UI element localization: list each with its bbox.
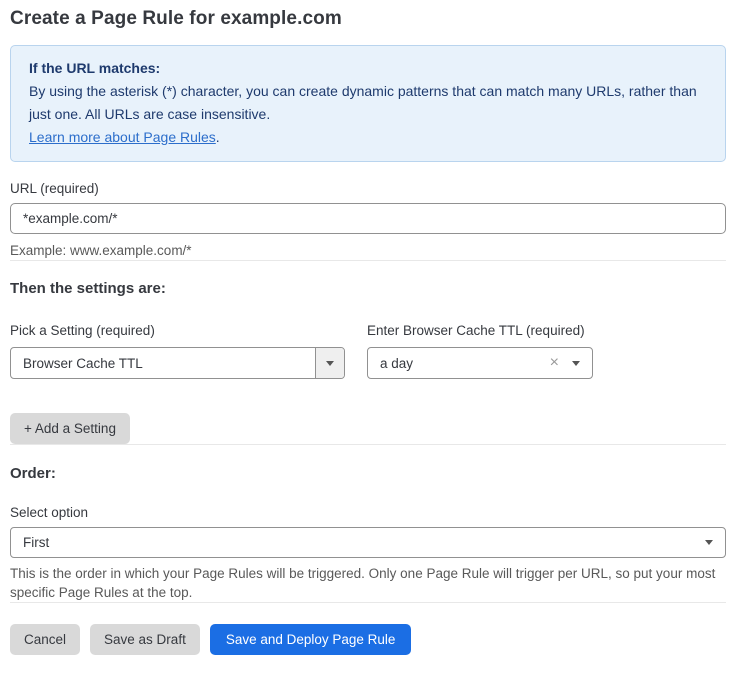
- divider: [10, 444, 726, 445]
- divider: [10, 260, 726, 261]
- info-box-body-text: By using the asterisk (*) character, you…: [29, 83, 697, 122]
- learn-more-link[interactable]: Learn more about Page Rules: [29, 129, 216, 145]
- url-input[interactable]: [10, 203, 726, 234]
- chevron-down-icon: [326, 361, 334, 366]
- info-box-heading: If the URL matches:: [29, 57, 707, 80]
- url-field-label: URL (required): [10, 181, 726, 196]
- url-example-helper: Example: www.example.com/*: [10, 241, 726, 260]
- settings-section-heading: Then the settings are:: [10, 280, 726, 297]
- setting-select-value: Browser Cache TTL: [11, 356, 315, 371]
- info-box-body: By using the asterisk (*) character, you…: [29, 80, 707, 126]
- link-suffix: .: [216, 129, 220, 145]
- page-rule-form: Create a Page Rule for example.com If th…: [0, 0, 736, 655]
- settings-row: Pick a Setting (required) Browser Cache …: [10, 323, 726, 379]
- order-section-heading: Order:: [10, 465, 726, 482]
- order-select[interactable]: First: [10, 527, 726, 558]
- setting-select[interactable]: Browser Cache TTL: [10, 347, 345, 379]
- divider: [10, 602, 726, 603]
- order-select-label: Select option: [10, 505, 726, 520]
- ttl-select-label: Enter Browser Cache TTL (required): [367, 323, 593, 338]
- setting-picker-column: Pick a Setting (required) Browser Cache …: [10, 323, 345, 379]
- page-title: Create a Page Rule for example.com: [10, 8, 726, 30]
- ttl-select[interactable]: a day ×: [367, 347, 593, 379]
- cancel-button[interactable]: Cancel: [10, 624, 80, 655]
- clear-icon[interactable]: ×: [550, 355, 559, 371]
- save-as-draft-button[interactable]: Save as Draft: [90, 624, 200, 655]
- chevron-down-icon: [572, 361, 580, 366]
- footer-actions: Cancel Save as Draft Save and Deploy Pag…: [10, 624, 726, 655]
- chevron-down-icon: [705, 540, 713, 545]
- order-helper-text: This is the order in which your Page Rul…: [10, 564, 726, 602]
- setting-select-label: Pick a Setting (required): [10, 323, 345, 338]
- ttl-picker-column: Enter Browser Cache TTL (required) a day…: [367, 323, 593, 379]
- save-and-deploy-button[interactable]: Save and Deploy Page Rule: [210, 624, 412, 655]
- add-setting-button[interactable]: + Add a Setting: [10, 413, 130, 444]
- ttl-select-value: a day: [368, 356, 550, 371]
- order-select-value: First: [11, 535, 705, 550]
- url-match-info-box: If the URL matches: By using the asteris…: [10, 45, 726, 162]
- info-box-link-line: Learn more about Page Rules.: [29, 126, 707, 149]
- setting-select-arrow-button[interactable]: [315, 348, 344, 378]
